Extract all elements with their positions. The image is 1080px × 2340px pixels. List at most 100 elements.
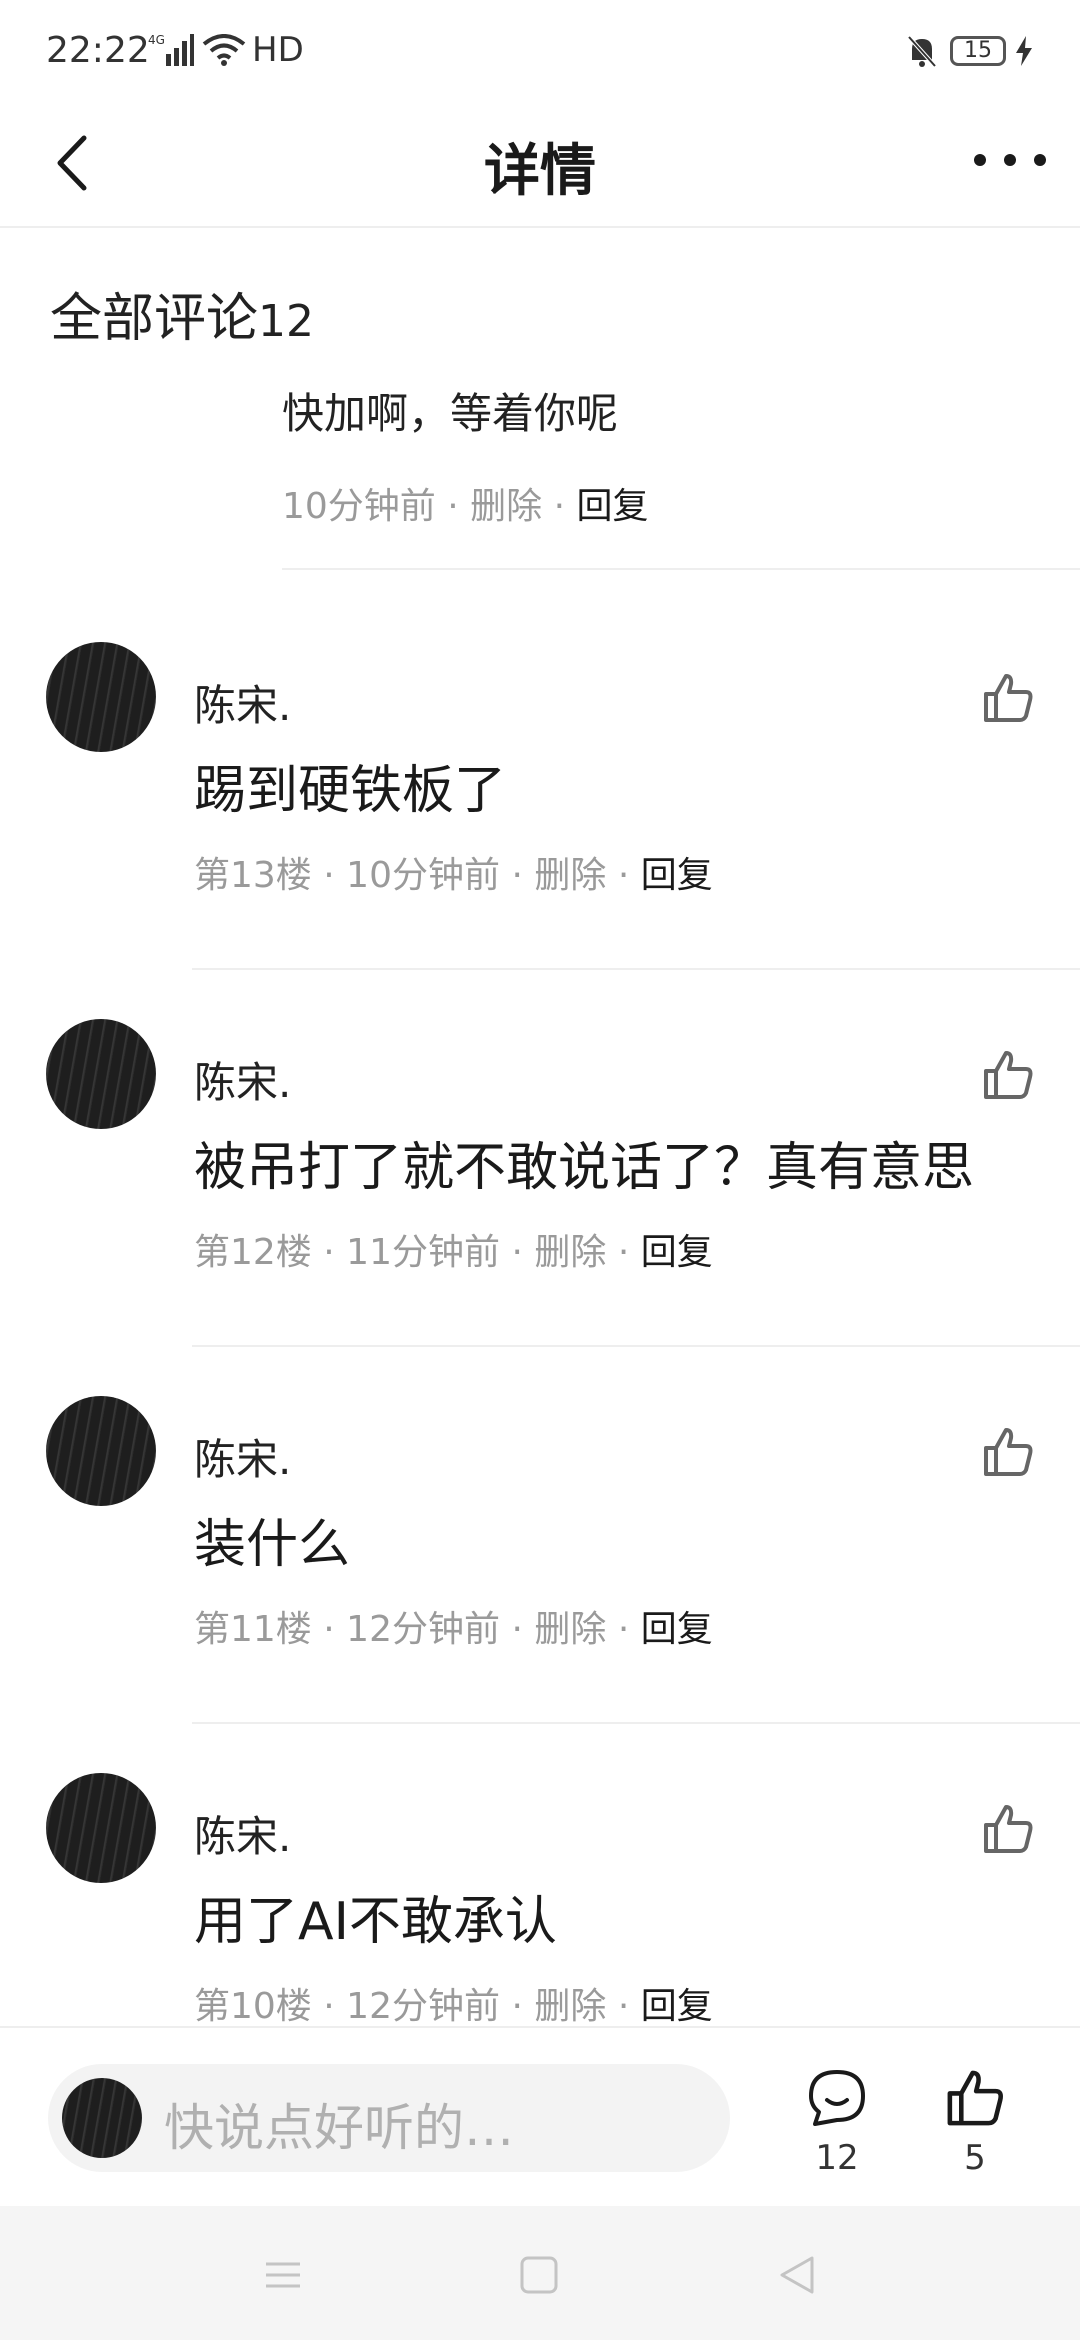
- comment-author[interactable]: 陈宋.: [194, 672, 291, 733]
- meta-separator: ·: [511, 855, 523, 896]
- reply-link[interactable]: 回复: [641, 1232, 713, 1273]
- thumbs-up-icon: [984, 1428, 1033, 1476]
- thumbs-up-icon: [984, 674, 1033, 722]
- meta-separator: ·: [323, 1986, 335, 2027]
- comment-item: 陈宋. 踢到硬铁板了 第13楼 · 10分钟前 · 删除 · 回复: [0, 642, 1080, 1018]
- avatar: [62, 2078, 142, 2158]
- comment-text: 踢到硬铁板了: [194, 761, 507, 821]
- meta-separator: ·: [617, 855, 630, 896]
- comment-time: 11分钟前: [346, 1232, 500, 1273]
- like-button[interactable]: [980, 1424, 1036, 1480]
- like-count: 5: [964, 2138, 986, 2178]
- reply-link[interactable]: 回复: [577, 486, 649, 527]
- comment-input-bar: 快说点好听的… 12 5: [0, 2026, 1080, 2206]
- comment-author[interactable]: 陈宋.: [194, 1426, 291, 1487]
- battery-indicator: 15: [950, 36, 1006, 66]
- meta-separator: ·: [553, 486, 566, 527]
- meta-separator: ·: [617, 1609, 630, 1650]
- svg-text:4G: 4G: [148, 33, 165, 47]
- comment-time: 10分钟前: [346, 855, 500, 896]
- thumbs-up-icon: [984, 1805, 1033, 1853]
- delete-link[interactable]: 删除: [534, 1232, 606, 1273]
- comment-time: 12分钟前: [346, 1609, 500, 1650]
- menu-lines-icon: [266, 2262, 300, 2288]
- comment-item: 陈宋. 装什么 第11楼 · 12分钟前 · 删除 · 回复: [0, 1396, 1080, 1772]
- comment-floor: 第12楼: [194, 1232, 312, 1273]
- charging-icon: [1014, 36, 1034, 70]
- comment-author[interactable]: 陈宋.: [194, 1049, 291, 1110]
- comment-meta: 第13楼 · 10分钟前 · 删除 · 回复: [194, 846, 713, 898]
- back-triangle-icon: [780, 2256, 814, 2294]
- avatar[interactable]: [46, 642, 156, 752]
- comment-floor: 第13楼: [194, 855, 312, 896]
- avatar[interactable]: [46, 1019, 156, 1129]
- meta-separator: ·: [511, 1609, 523, 1650]
- like-post-button[interactable]: 5: [940, 2066, 1010, 2178]
- comment-author[interactable]: 陈宋.: [194, 1803, 291, 1864]
- section-title-label: 全部评论: [50, 289, 259, 349]
- comment-meta: 第11楼 · 12分钟前 · 删除 · 回复: [194, 1600, 713, 1652]
- comments-button[interactable]: 12: [800, 2066, 874, 2178]
- comment-count: 12: [815, 2138, 859, 2178]
- like-button[interactable]: [980, 1801, 1036, 1857]
- avatar[interactable]: [46, 1773, 156, 1883]
- comment-input-placeholder: 快说点好听的…: [164, 2099, 514, 2157]
- comment-bubble-icon: [809, 2070, 865, 2126]
- delete-link[interactable]: 删除: [534, 855, 606, 896]
- comments-section-title: 全部评论12: [50, 276, 314, 351]
- divider: [192, 968, 1080, 970]
- system-navigation-bar: [0, 2206, 1080, 2340]
- top-navigation-bar: 详情: [0, 100, 1080, 228]
- comment-meta: 第12楼 · 11分钟前 · 删除 · 回复: [194, 1223, 713, 1275]
- reply-text: 快加啊，等着你呢: [282, 389, 619, 438]
- more-button[interactable]: [970, 140, 1050, 180]
- home-button[interactable]: [514, 2250, 564, 2300]
- wifi-icon: [202, 34, 246, 70]
- signal-icon: 4G: [148, 32, 194, 72]
- nested-reply: 快加啊，等着你呢 10分钟前 · 删除 · 回复: [282, 380, 1080, 529]
- menu-button[interactable]: [258, 2250, 308, 2300]
- meta-separator: ·: [447, 486, 459, 527]
- thumbs-up-icon: [984, 1051, 1033, 1099]
- reply-link[interactable]: 回复: [641, 855, 713, 896]
- reply-time: 10分钟前: [282, 486, 436, 527]
- like-button[interactable]: [980, 1047, 1036, 1103]
- reply-meta: 10分钟前 · 删除 · 回复: [282, 477, 1080, 529]
- comment-floor: 第10楼: [194, 1986, 312, 2027]
- comment-text: 用了AI不敢承认: [194, 1892, 557, 1952]
- meta-separator: ·: [323, 1232, 335, 1273]
- network-label: HD: [252, 30, 304, 70]
- more-dots-icon: [974, 154, 1046, 166]
- meta-separator: ·: [323, 1609, 335, 1650]
- comment-time: 12分钟前: [346, 1986, 500, 2027]
- meta-separator: ·: [323, 855, 335, 896]
- delete-link[interactable]: 删除: [534, 1986, 606, 2027]
- meta-separator: ·: [511, 1232, 523, 1273]
- page-title: 详情: [484, 139, 596, 204]
- comment-text: 被吊打了就不敢说话了？真有意思: [194, 1138, 975, 1198]
- avatar[interactable]: [46, 1396, 156, 1506]
- meta-separator: ·: [617, 1986, 630, 2027]
- divider: [192, 1345, 1080, 1347]
- comment-text: 装什么: [194, 1515, 351, 1575]
- status-time: 22:22: [46, 30, 150, 71]
- thumbs-up-icon: [947, 2070, 1003, 2126]
- meta-separator: ·: [511, 1986, 523, 2027]
- reply-link[interactable]: 回复: [641, 1986, 713, 2027]
- reply-link[interactable]: 回复: [641, 1609, 713, 1650]
- system-back-button[interactable]: [772, 2250, 822, 2300]
- comment-item: 陈宋. 被吊打了就不敢说话了？真有意思 第12楼 · 11分钟前 · 删除 · …: [0, 1019, 1080, 1395]
- delete-link[interactable]: 删除: [534, 1609, 606, 1650]
- divider: [192, 1722, 1080, 1724]
- comment-floor: 第11楼: [194, 1609, 312, 1650]
- meta-separator: ·: [617, 1232, 630, 1273]
- status-bar: 22:22 4G HD 15: [0, 0, 1080, 100]
- bell-muted-icon: [906, 34, 938, 72]
- comment-meta: 第10楼 · 12分钟前 · 删除 · 回复: [194, 1977, 713, 2029]
- divider: [282, 568, 1080, 570]
- home-square-icon: [520, 2256, 558, 2294]
- delete-link[interactable]: 删除: [470, 486, 542, 527]
- comments-count: 12: [258, 296, 315, 347]
- like-button[interactable]: [980, 670, 1036, 726]
- comment-input[interactable]: 快说点好听的…: [48, 2064, 730, 2172]
